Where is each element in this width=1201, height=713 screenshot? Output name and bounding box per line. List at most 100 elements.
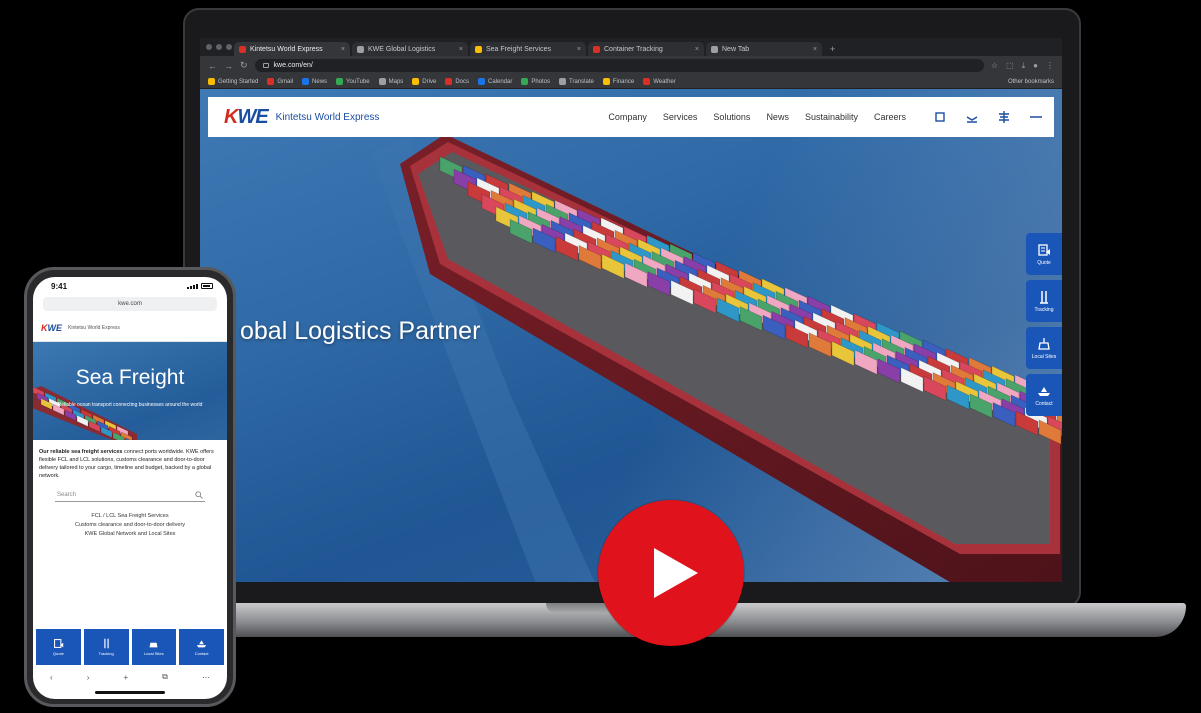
- new-tab-icon[interactable]: +: [123, 673, 128, 682]
- back-icon[interactable]: ‹: [50, 673, 53, 682]
- widget-contact[interactable]: Contact: [1026, 374, 1062, 416]
- forward-icon[interactable]: ›: [87, 673, 90, 682]
- company-name: Kintetsu World Express: [275, 111, 380, 123]
- favicon-icon: [239, 45, 246, 53]
- kwe-logo[interactable]: KWE: [224, 106, 269, 129]
- mobile-body-text: Our reliable sea freight services connec…: [33, 440, 227, 543]
- profile-icon[interactable]: ●: [1033, 61, 1038, 71]
- quote-icon: [53, 639, 64, 648]
- close-icon[interactable]: ×: [813, 46, 817, 53]
- kwe-logo[interactable]: KWE: [41, 323, 62, 333]
- list-item[interactable]: FCL / LCL Sea Freight Services: [39, 512, 221, 521]
- mobile-quick-contact[interactable]: Contact: [179, 629, 224, 665]
- window-controls[interactable]: [206, 44, 232, 50]
- nav-item-services[interactable]: Services: [663, 112, 698, 122]
- bookmark-item[interactable]: Getting Started: [208, 78, 258, 85]
- mobile-hero: Sea Freight Reliable ocean transport con…: [33, 342, 227, 440]
- reload-icon[interactable]: ↻: [240, 60, 248, 71]
- quote-icon: [1038, 243, 1050, 256]
- close-icon[interactable]: ×: [341, 46, 345, 53]
- bookmark-item[interactable]: Drive: [412, 78, 436, 85]
- widget-tracking[interactable]: Tracking: [1026, 280, 1062, 322]
- nav-item-company[interactable]: Company: [608, 112, 647, 122]
- other-bookmarks[interactable]: Other bookmarks: [1008, 79, 1054, 85]
- favicon-icon: [302, 78, 310, 85]
- bookmark-item[interactable]: Maps: [378, 78, 403, 85]
- bookmark-item[interactable]: Photos: [521, 78, 550, 85]
- tracking-icon: [1040, 290, 1048, 304]
- favicon-icon: [445, 78, 453, 85]
- tab-label: New Tab: [722, 45, 750, 53]
- mobile-url-bar[interactable]: kwe.com: [43, 297, 217, 311]
- menu-icon[interactable]: [1030, 111, 1042, 123]
- bookmark-item[interactable]: Weather: [643, 78, 676, 85]
- status-bar: 9:41: [33, 277, 227, 295]
- nav-item-careers[interactable]: Careers: [874, 112, 906, 122]
- favicon-icon: [208, 78, 215, 85]
- bookmark-item[interactable]: Docs: [445, 78, 469, 85]
- bookmark-item[interactable]: Translate: [559, 78, 594, 85]
- back-icon[interactable]: ←: [208, 61, 217, 71]
- address-bar: ← → ↻ kwe.com/en/ ☆ ⬚ ⤓ ● ⋮: [200, 56, 1062, 75]
- hero-title: obal Logistics Partner: [240, 317, 481, 345]
- forward-icon[interactable]: →: [224, 61, 233, 71]
- bookmark-item[interactable]: Calendar: [477, 78, 512, 85]
- widget-local-sites[interactable]: Local Sites: [1026, 327, 1062, 369]
- favicon-icon: [378, 78, 386, 85]
- home-indicator: [95, 691, 165, 694]
- browser-tab-bar: Kintetsu World Express × KWE Global Logi…: [200, 38, 1062, 56]
- tab-label: KWE Global Logistics: [368, 45, 436, 53]
- close-icon[interactable]: ×: [695, 46, 699, 53]
- play-icon: [654, 548, 698, 598]
- bookmarks-bar: Getting Started Gmail News YouTube Maps Drive…: [200, 75, 1062, 89]
- favicon-icon: [336, 78, 344, 85]
- more-icon[interactable]: ⋯: [202, 673, 210, 682]
- extensions-icon[interactable]: ⬚: [1006, 61, 1014, 71]
- mobile-search-input[interactable]: Search: [55, 488, 205, 502]
- nav-item-sustainability[interactable]: Sustainability: [805, 112, 858, 122]
- download-icon[interactable]: ⤓: [1022, 61, 1026, 71]
- favicon-icon: [412, 78, 420, 85]
- list-item[interactable]: Customs clearance and door-to-door deliv…: [39, 521, 221, 530]
- bookmark-item[interactable]: Finance: [602, 78, 634, 85]
- close-icon[interactable]: ×: [577, 46, 581, 53]
- browser-tab[interactable]: New Tab ×: [706, 42, 822, 56]
- mobile-hero-subtitle: Reliable ocean transport connecting busi…: [57, 402, 203, 408]
- phone-screen: 9:41 kwe.com KWE Kintetsu World Express …: [33, 277, 227, 699]
- mobile-quick-tracking[interactable]: Tracking: [83, 629, 129, 665]
- tab-label: Container Tracking: [604, 45, 663, 53]
- favicon-icon: [521, 78, 529, 85]
- widget-quote[interactable]: Quote: [1026, 233, 1062, 275]
- new-tab-button[interactable]: +: [824, 42, 841, 56]
- browser-tab[interactable]: Container Tracking ×: [588, 42, 704, 56]
- url-text: kwe.com/en/: [273, 62, 313, 69]
- favicon-icon: [559, 78, 567, 85]
- nav-item-news[interactable]: News: [766, 112, 789, 122]
- list-item[interactable]: KWE Global Network and Local Sites: [39, 530, 221, 539]
- nav-item-solutions[interactable]: Solutions: [713, 112, 750, 122]
- tabs-icon[interactable]: ⧉: [162, 672, 168, 682]
- favicon-icon: [643, 78, 651, 85]
- browser-tab[interactable]: Sea Freight Services ×: [470, 42, 586, 56]
- signal-icon: [187, 283, 198, 289]
- tab-label: Sea Freight Services: [486, 45, 551, 53]
- mobile-quick-quote[interactable]: Quote: [36, 629, 81, 665]
- search-icon[interactable]: [934, 111, 946, 123]
- close-icon[interactable]: ×: [459, 46, 463, 53]
- url-input[interactable]: kwe.com/en/: [254, 59, 984, 72]
- star-icon[interactable]: ☆: [991, 61, 998, 71]
- language-icon[interactable]: [998, 111, 1010, 123]
- side-widgets: Quote Tracking Local Sites Contact: [1026, 233, 1062, 416]
- bookmark-item[interactable]: YouTube: [336, 78, 370, 85]
- bookmark-item[interactable]: News: [302, 78, 327, 85]
- bookmark-item[interactable]: Gmail: [267, 78, 293, 85]
- menu-icon[interactable]: ⋮: [1046, 61, 1054, 71]
- main-nav: Company Services Solutions News Sustaina…: [608, 112, 906, 122]
- favicon-icon: [357, 45, 364, 53]
- browser-tab[interactable]: KWE Global Logistics ×: [352, 42, 468, 56]
- play-button[interactable]: [598, 500, 744, 646]
- site-header: K WE Kintetsu World Express Company Servi…: [208, 97, 1054, 137]
- browser-tab[interactable]: Kintetsu World Express ×: [234, 42, 350, 56]
- mail-icon[interactable]: [966, 111, 978, 123]
- mobile-quick-local-sites[interactable]: Local Sites: [131, 629, 177, 665]
